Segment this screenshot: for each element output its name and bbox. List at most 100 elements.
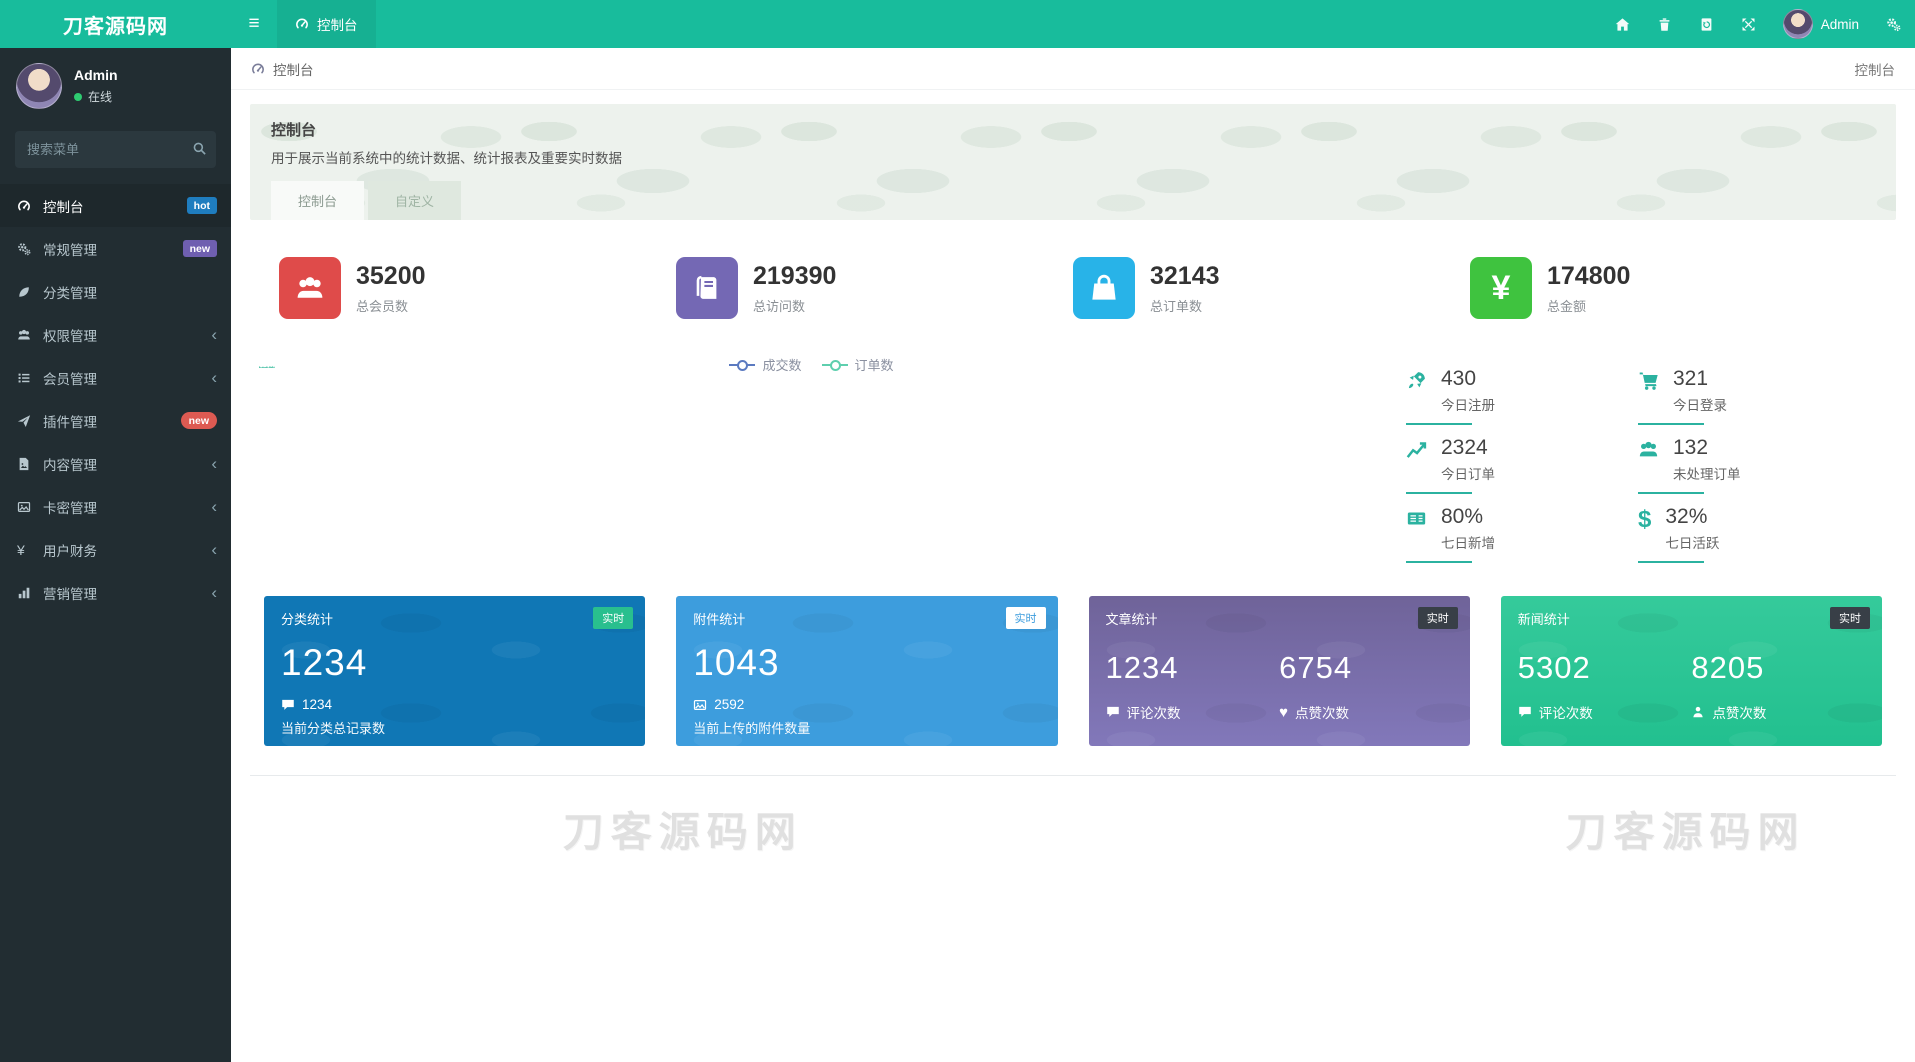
sidebar-item-常规管理[interactable]: 常规管理 new <box>0 227 231 270</box>
mini-stat-今日登录: 321 今日登录 <box>1638 367 1836 425</box>
card-title: 分类统计 <box>281 612 334 627</box>
card-title: 新闻统计 <box>1517 612 1570 627</box>
sidebar-item-label: 内容管理 <box>43 457 97 473</box>
sidebar-item-label: 控制台 <box>43 199 84 215</box>
mini-stat-value: 32% <box>1665 505 1708 528</box>
chevron-left-icon: ‹ <box>211 325 217 344</box>
users-group-icon <box>1638 439 1659 460</box>
gauge-icon <box>295 17 309 31</box>
summary-card-文章统计: 文章统计 实时 1234 评论次数 6754 ♥ 点赞次数 <box>1088 596 1470 746</box>
sidebar-item-label: 用户财务 <box>43 543 97 559</box>
page-header-panel: 控制台 用于展示当前系统中的统计数据、统计报表及重要实时数据 控制台 自定义 <box>250 104 1896 220</box>
image-icon <box>17 500 43 514</box>
book-icon <box>676 257 738 319</box>
mini-stat-label: 未处理订单 <box>1673 467 1741 482</box>
realtime-badge: 实时 <box>1417 607 1458 629</box>
card-meta-value: 2592 <box>714 697 745 712</box>
mini-stat-label: 七日活跃 <box>1665 536 1720 551</box>
stat-总金额: ¥ 174800 总金额 <box>1470 257 1867 319</box>
card-pair: 1234 评论次数 <box>1106 650 1280 722</box>
app-logo: 刀客源码网 <box>63 15 168 38</box>
stat-总会员数: 35200 总会员数 <box>279 257 676 319</box>
stat-label: 总订单数 <box>1150 298 1203 314</box>
sidebar-item-内容管理[interactable]: 内容管理 ‹ <box>0 442 231 485</box>
trash-icon[interactable] <box>1657 17 1672 32</box>
clear-cache-icon[interactable] <box>1699 17 1714 32</box>
breadcrumb[interactable]: 控制台 <box>251 59 314 79</box>
comment-icon <box>1518 705 1532 719</box>
mini-stat-今日订单: 2324 今日订单 <box>1406 436 1604 494</box>
sidebar-user-name: Admin <box>74 67 118 83</box>
card-description: 当前分类总记录数 <box>281 721 386 736</box>
gauge-icon <box>17 199 43 213</box>
sidebar-item-权限管理[interactable]: 权限管理 ‹ <box>0 313 231 356</box>
sidebar-item-插件管理[interactable]: 插件管理 new <box>0 399 231 442</box>
sidebar: Admin 在线 控制台 hot 常规管理 new 分类管理 权限管理 ‹ <box>0 48 231 1062</box>
legend-item-订单数[interactable]: 订单数 <box>821 355 894 374</box>
legend-item-成交数[interactable]: 成交数 <box>729 355 802 374</box>
topnav-tab-dashboard[interactable]: 控制台 <box>277 0 376 48</box>
fullscreen-icon[interactable] <box>1741 17 1756 32</box>
newspaper-icon <box>1406 508 1427 529</box>
leaf-icon <box>17 285 43 299</box>
hero-tabs: 控制台 自定义 <box>271 181 1875 220</box>
avatar[interactable] <box>16 63 62 109</box>
mini-stat-label: 今日注册 <box>1441 398 1495 413</box>
users-group-icon <box>279 257 341 319</box>
sidebar-item-营销管理[interactable]: 营销管理 ‹ <box>0 571 231 614</box>
sidebar-item-控制台[interactable]: 控制台 hot <box>0 184 231 227</box>
watermark-text: 刀客源码网 <box>562 809 803 855</box>
mini-stat-value: 430 <box>1441 367 1477 390</box>
sidebar-item-label: 营销管理 <box>43 586 97 602</box>
mini-stat-underline <box>1406 423 1472 425</box>
mini-stat-underline <box>1638 423 1704 425</box>
settings-gears-icon[interactable] <box>1886 17 1901 32</box>
user-menu[interactable]: Admin <box>1782 9 1859 39</box>
top-bar: 刀客源码网 ≡ 控制台 Admin <box>0 0 1915 48</box>
mini-stat-value: 2324 <box>1441 436 1488 459</box>
summary-card-分类统计: 分类统计 实时 1234 1234 当前分类总记录数 <box>264 596 646 746</box>
sidebar-item-卡密管理[interactable]: 卡密管理 ‹ <box>0 485 231 528</box>
avatar <box>1782 9 1813 39</box>
users-group-icon <box>17 328 43 342</box>
mini-stat-underline <box>1638 492 1704 494</box>
sidebar-item-会员管理[interactable]: 会员管理 ‹ <box>0 356 231 399</box>
card-pair-label: 点赞次数 <box>1295 706 1350 721</box>
hero-tab-自定义[interactable]: 自定义 <box>368 181 462 220</box>
mini-stat-label: 今日订单 <box>1441 467 1495 482</box>
mini-stat-value: 132 <box>1673 436 1709 459</box>
user-name: Admin <box>1820 16 1859 32</box>
card-title: 附件统计 <box>693 612 746 627</box>
mini-stat-今日注册: 430 今日注册 <box>1406 367 1604 425</box>
sidebar-item-分类管理[interactable]: 分类管理 <box>0 270 231 313</box>
breadcrumb-right: 控制台 <box>1854 62 1896 78</box>
home-icon[interactable] <box>1615 17 1630 32</box>
stat-value: 219390 <box>753 261 837 290</box>
divider <box>250 775 1896 776</box>
summary-card-新闻统计: 新闻统计 实时 5302 评论次数 8205 点赞次数 <box>1500 596 1882 746</box>
sidebar-item-label: 会员管理 <box>43 371 97 387</box>
mini-stat-未处理订单: 132 未处理订单 <box>1638 436 1836 494</box>
hero-tab-控制台[interactable]: 控制台 <box>271 181 365 220</box>
chevron-left-icon: ‹ <box>211 583 217 602</box>
stat-label: 总访问数 <box>753 298 806 314</box>
chevron-left-icon: ‹ <box>211 454 217 473</box>
menu-badge: hot <box>186 197 217 214</box>
sidebar-toggle-icon[interactable]: ≡ <box>231 0 277 48</box>
chart-line-icon <box>1406 439 1427 460</box>
card-pair: 5302 评论次数 <box>1518 650 1692 722</box>
cogs-icon <box>17 242 43 256</box>
sidebar-item-用户财务[interactable]: ¥ 用户财务 ‹ <box>0 528 231 571</box>
search-icon[interactable] <box>192 141 207 156</box>
realtime-badge: 实时 <box>1830 607 1870 629</box>
breadcrumb-bar: 控制台 控制台 <box>231 48 1915 90</box>
stats-section: 35200 总会员数 219390 总访问数 32143 总订单数 ¥ 1748… <box>250 220 1896 858</box>
mini-stat-label: 七日新增 <box>1441 536 1495 551</box>
mini-stat-七日新增: 80% 七日新增 <box>1406 505 1604 563</box>
card-pair-value: 5302 <box>1517 650 1591 685</box>
mini-stat-value: 80% <box>1441 505 1484 528</box>
card-pair-value: 8205 <box>1691 650 1765 685</box>
search-input[interactable] <box>15 131 216 168</box>
orders-area-chart: 成交数 订单数 03-292023-03-3111:52:2911:52:331… <box>259 358 1364 563</box>
card-pair-label: 点赞次数 <box>1712 706 1767 721</box>
